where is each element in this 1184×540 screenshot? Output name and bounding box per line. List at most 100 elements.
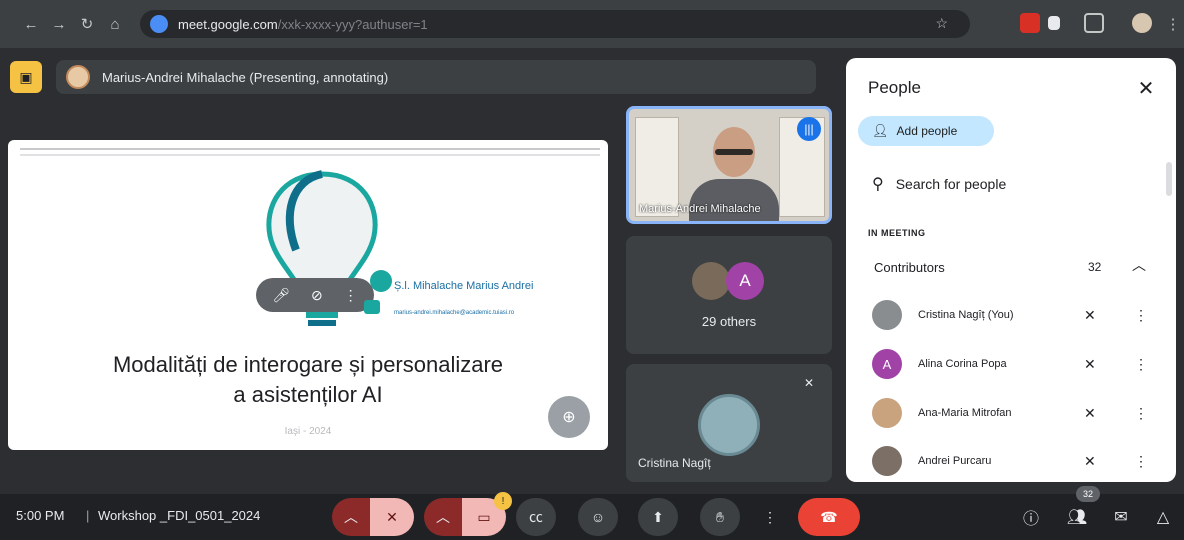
frame-off-icon[interactable]: ⊘ xyxy=(311,287,323,304)
tile-name: Cristina Nagîț xyxy=(638,456,711,470)
shared-slide[interactable]: 🎤︎ ⊘ ⋮ Ș.l. Mihalache Marius Andrei mari… xyxy=(8,140,608,450)
mic-off-icon: ✕ xyxy=(1084,306,1096,323)
list-item[interactable]: Andrei Purcaru ✕ ⋮ xyxy=(872,444,1166,478)
more-options-icon[interactable]: ⋮ xyxy=(1134,453,1148,470)
slide-author: Ș.l. Mihalache Marius Andrei xyxy=(394,280,534,292)
activities-icon[interactable]: △ xyxy=(1150,504,1176,530)
avatar xyxy=(872,398,902,428)
presenter-label: Marius-Andrei Mihalache (Presenting, ann… xyxy=(102,69,389,85)
bookmark-star-icon[interactable]: ☆ xyxy=(935,15,948,32)
mail-icon xyxy=(364,300,380,314)
add-people-label: Add people xyxy=(896,124,958,138)
presenter-chip[interactable]: Marius-Andrei Mihalache (Presenting, ann… xyxy=(56,60,816,94)
mic-off-icon: ✕ xyxy=(386,508,398,525)
search-icon: ⚲ xyxy=(872,176,884,193)
people-panel: People ✕ 👤︎ Add people ⚲ Search for peop… xyxy=(846,58,1176,482)
reactions-button[interactable]: ☺ xyxy=(578,498,618,536)
close-icon[interactable]: ✕ xyxy=(1132,74,1160,102)
people-count-badge: 32 xyxy=(1076,486,1100,502)
extension-icon[interactable] xyxy=(1048,16,1060,30)
people-icon[interactable]: 👥︎ xyxy=(1064,504,1090,530)
address-bar[interactable]: meet.google.com/xxk-xxxx-yyy?authuser=1 … xyxy=(140,10,970,38)
person-icon xyxy=(370,270,392,292)
url-text: meet.google.com/xxk-xxxx-yyy?authuser=1 xyxy=(178,17,428,32)
avatar: A xyxy=(726,262,764,300)
background-shelf xyxy=(635,117,679,217)
browser-toolbar: ← → ↻ ⌂ meet.google.com/xxk-xxxx-yyy?aut… xyxy=(0,0,1184,48)
site-info-icon[interactable] xyxy=(150,15,168,33)
more-options-icon: ⋮ xyxy=(763,508,777,525)
avatar xyxy=(692,262,730,300)
present-screen-button[interactable]: ⬆ xyxy=(638,498,678,536)
more-options-icon[interactable]: ⋮ xyxy=(1134,307,1148,324)
captions-button[interactable]: ㏄ xyxy=(516,498,556,536)
zoom-icon[interactable]: ⊕ xyxy=(548,396,590,438)
audio-options-button[interactable]: ︿ xyxy=(332,498,370,536)
avatar xyxy=(872,446,902,476)
chevron-up-icon[interactable]: ︿ xyxy=(1132,254,1146,276)
list-item[interactable]: Cristina Nagîț (You) ✕ ⋮ xyxy=(872,298,1166,332)
end-call-icon: ☎︎ xyxy=(820,508,838,525)
contributors-group[interactable]: Contributors xyxy=(874,256,1154,278)
emoji-icon: ☺ xyxy=(590,509,606,525)
mic-toggle-button[interactable]: ✕ xyxy=(370,498,414,536)
extension-icon[interactable] xyxy=(1020,13,1040,33)
add-people-button[interactable]: 👤︎ Add people xyxy=(858,116,994,146)
slide-title-line-2: a asistenților AI xyxy=(233,382,383,407)
participant-name: Cristina Nagîț (You) xyxy=(918,309,1014,321)
slide-title-line-1: Modalități de interogare și personalizar… xyxy=(112,352,504,377)
group-count: 32 xyxy=(1088,260,1102,274)
mic-off-icon: ✕ xyxy=(1084,404,1096,421)
leave-call-button[interactable]: ☎︎ xyxy=(798,498,860,536)
group-label: Contributors xyxy=(874,259,945,275)
url-host: meet.google.com xyxy=(178,16,278,32)
reload-icon[interactable]: ↻ xyxy=(72,9,102,39)
back-arrow-icon[interactable]: ← xyxy=(16,9,46,39)
avatar: A xyxy=(872,349,902,379)
list-item[interactable]: A Alina Corina Popa ✕ ⋮ xyxy=(872,347,1166,381)
url-path: /xxk-xxxx-yyy?authuser=1 xyxy=(277,16,428,32)
camera-toggle-button[interactable]: ▭ ! xyxy=(462,492,512,536)
search-label: Search for people xyxy=(895,176,1007,192)
slide-title: Modalități de interogare și personalizar… xyxy=(8,350,608,410)
captions-icon: ㏄ xyxy=(529,509,543,525)
home-icon[interactable]: ⌂ xyxy=(100,9,130,39)
forward-arrow-icon[interactable]: → xyxy=(44,9,74,39)
meeting-time: 5:00 PM xyxy=(16,508,65,523)
warning-badge: ! xyxy=(494,492,512,510)
participant-name: Alina Corina Popa xyxy=(918,358,1007,370)
participant-tile-self[interactable]: ✕ Cristina Nagîț xyxy=(626,364,832,482)
others-count-label: 29 others xyxy=(701,314,757,329)
more-options-icon[interactable]: ⋮ xyxy=(1134,356,1148,373)
add-person-icon: 👤︎ xyxy=(872,123,889,138)
search-input[interactable]: ⚲ Search for people xyxy=(872,172,1132,196)
participant-name: Andrei Purcaru xyxy=(918,455,992,467)
presentation-icon[interactable]: ▣ xyxy=(10,61,42,93)
scrollbar[interactable] xyxy=(1166,162,1172,196)
meeting-controls-bar: 5:00 PM | Workshop _FDI_0501_2024 ︿ ✕ ︿ … xyxy=(0,486,1184,540)
present-screen-icon: ⬆ xyxy=(652,508,664,525)
participant-tile-others[interactable]: A 29 others xyxy=(626,236,832,354)
mic-off-icon: ✕ xyxy=(1084,355,1096,372)
raise-hand-button[interactable]: ✋︎ xyxy=(700,498,740,536)
more-options-button[interactable]: ⋮ xyxy=(756,498,784,536)
panel-title: People xyxy=(868,78,921,97)
chat-icon[interactable]: ✉ xyxy=(1108,504,1134,530)
glasses xyxy=(715,149,753,155)
browser-menu-icon[interactable]: ⋮ xyxy=(1158,9,1184,39)
presenter-avatar xyxy=(66,65,90,89)
participant-tile-presenter[interactable]: ||| Marius-Andrei Mihalache xyxy=(626,106,832,224)
presenter-bar: ▣ Marius-Andrei Mihalache (Presenting, a… xyxy=(10,58,830,96)
video-options-button[interactable]: ︿ xyxy=(424,498,462,536)
more-options-icon[interactable]: ⋮ xyxy=(344,287,358,304)
mic-off-icon[interactable]: 🎤︎ xyxy=(272,287,290,304)
list-item[interactable]: Ana-Maria Mitrofan ✕ ⋮ xyxy=(872,396,1166,430)
meeting-info-icon[interactable]: ⓘ xyxy=(1018,504,1044,530)
mic-off-icon: ✕ xyxy=(1084,452,1096,469)
separator: | xyxy=(86,508,90,523)
profile-avatar[interactable] xyxy=(1132,13,1152,33)
extensions-puzzle-icon[interactable] xyxy=(1084,13,1104,33)
hand-icon: ✋︎ xyxy=(716,508,724,525)
mic-off-icon: ✕ xyxy=(803,376,814,390)
more-options-icon[interactable]: ⋮ xyxy=(1134,405,1148,422)
